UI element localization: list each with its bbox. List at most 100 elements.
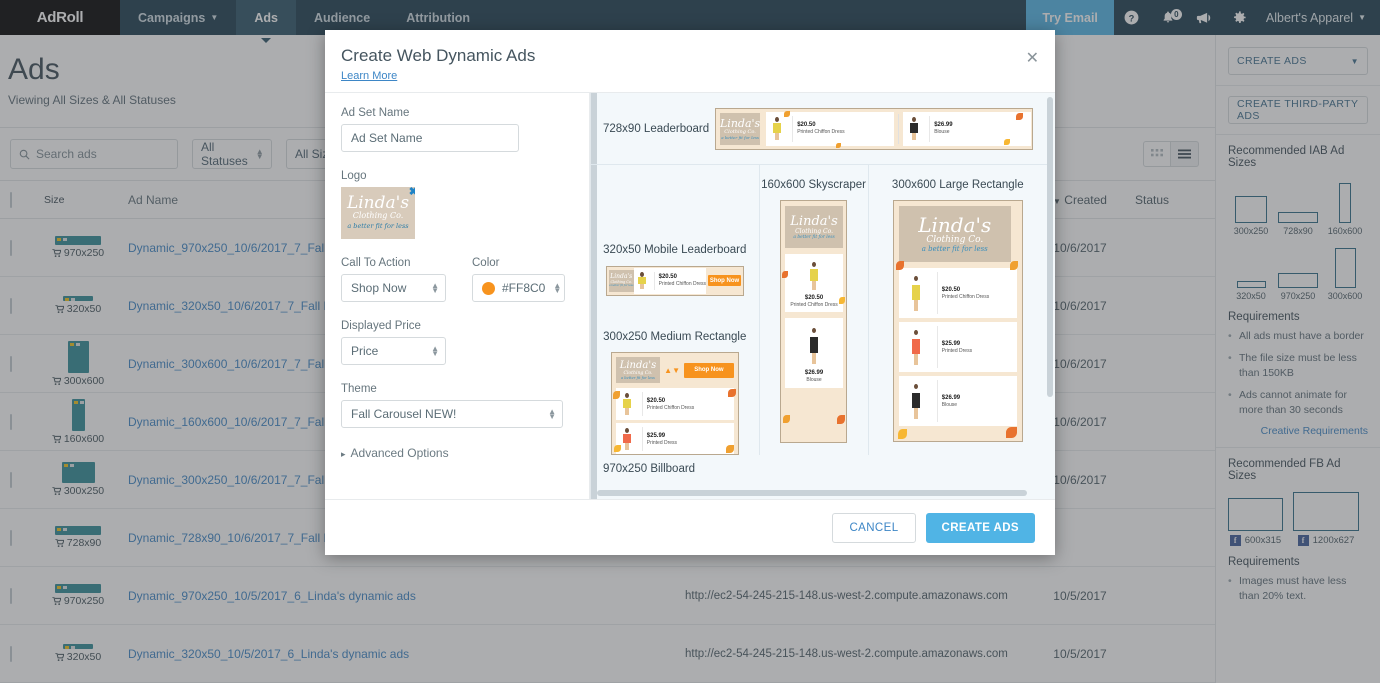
ad-cta-button[interactable]: Shop Now [708, 275, 741, 287]
close-icon[interactable]: ✕ [1026, 48, 1039, 68]
color-select[interactable]: #FF8C0 ▲ ▼ [472, 274, 565, 302]
decor-leaf [1009, 261, 1018, 270]
decor-leaf [836, 142, 841, 148]
decor-leaf [895, 261, 904, 270]
color-swatch [482, 281, 495, 295]
product-name: Blouse [934, 129, 950, 135]
ad-cta-button[interactable]: Shop Now [684, 362, 734, 378]
displayed-price-label: Displayed Price [341, 320, 421, 332]
cta-select[interactable]: Shop Now ▲ ▼ [341, 274, 446, 302]
product-name: Printed Dress [941, 347, 973, 354]
logo-brand-line3: a better fit for less [347, 222, 409, 230]
app-root: AdRoll Campaigns ▼ Ads Audience Attribut… [0, 0, 1380, 683]
preview-160x600-label: 160x600 Skyscraper [761, 179, 866, 191]
displayed-price-select[interactable]: Price ▲ ▼ [341, 337, 446, 365]
logo-brand-line2: Clothing Co. [352, 211, 404, 220]
ad-set-name-label: Ad Set Name [341, 107, 410, 119]
product-price: $20.50 [797, 122, 816, 128]
theme-select[interactable]: Fall Carousel NEW! ▲ ▼ [341, 400, 563, 428]
ad-creative-320x50[interactable]: Linda's Clothing Co. a better fit for less… [605, 265, 744, 296]
decor-leaf [1005, 427, 1017, 438]
ad-creative-300x250[interactable]: Linda's Clothing Co. a better fit for less… [610, 352, 739, 455]
ad-brand-line3: a better fit for less [608, 284, 634, 288]
product-row: $20.50 Printed Chiffon Dress [633, 267, 707, 294]
ad-brand-block: Linda's Clothing Co. a better fit for less [615, 357, 661, 383]
color-field: Color #FF8C0 ▲ ▼ [472, 257, 565, 302]
theme-value: Fall Carousel NEW! [351, 407, 457, 421]
learn-more-link[interactable]: Learn More [341, 70, 397, 82]
decor-leaf [727, 389, 736, 397]
advanced-options-toggle[interactable]: Advanced Options [341, 446, 573, 460]
ad-brand-line1: Linda's [918, 213, 992, 237]
logo-thumbnail[interactable]: Linda's Clothing Co. a better fit for le… [341, 187, 415, 239]
ad-creative-160x600[interactable]: Linda's Clothing Co. a better fit for less… [780, 200, 848, 443]
cta-value: Shop Now [351, 281, 407, 295]
decor-leaf [837, 415, 846, 424]
product-row: $25.99 Printed Dress [898, 322, 1017, 372]
preview-grid: 320x50 Mobile Leaderboard Linda's Clothin… [591, 165, 1047, 455]
ad-brand-line1: Linda's [720, 116, 761, 130]
ad-brand-block: Linda's Clothing Co. a better fit for less [898, 206, 1011, 262]
ad-creative-728x90[interactable]: Linda's Clothing Co. a better fit for less… [715, 107, 1033, 150]
product-price: $20.50 [646, 397, 666, 404]
ad-brand-line3: a better fit for less [921, 245, 988, 253]
ad-brand-line2: Clothing Co. [926, 235, 984, 245]
preview-970x250-label: 970x250 Billboard [603, 463, 696, 475]
create-ads-submit-button[interactable]: CREATE ADS [925, 512, 1035, 543]
preview-scroll-area: 728x90 Leaderboard Linda's Clothing Co. a … [591, 93, 1047, 487]
decor-leaf [1016, 112, 1023, 120]
preview-970x250-label-row: 970x250 Billboard [591, 455, 1047, 483]
cta-color-row: Call To Action Shop Now ▲▼ Color #FF8C0 [341, 257, 573, 302]
preview-horizontal-scrollbar[interactable] [597, 490, 1027, 496]
product-row: $20.50 Printed Chiffon Dress [898, 268, 1017, 318]
preview-300x600-label: 300x600 Large Rectangle [891, 179, 1024, 191]
remove-logo-icon[interactable]: ✖ [409, 187, 415, 198]
product-figure [801, 258, 827, 294]
stepper-icon: ▲▼ [431, 344, 439, 358]
product-figure [634, 270, 650, 292]
ad-brand-block: Linda's Clothing Co. a better fit for less [785, 206, 844, 248]
ad-brand-line2: Clothing Co. [795, 227, 834, 235]
product-figure [903, 114, 925, 144]
stepper-icon: ▲▼ [431, 281, 439, 295]
product-row: $20.50 Printed Chiffon Dress [766, 111, 895, 146]
ad-set-name-input[interactable]: Ad Set Name [341, 124, 519, 152]
product-tile: $26.99 Blouse [785, 318, 844, 388]
ad-creative-300x600[interactable]: Linda's Clothing Co. a better fit for less… [892, 200, 1023, 442]
product-name: Printed Dress [646, 439, 678, 446]
stepper-icon: ▲▼ [553, 281, 562, 295]
color-label: Color [472, 257, 500, 269]
decor-leaf [782, 271, 789, 278]
preview-vertical-scrollbar[interactable] [1047, 97, 1053, 397]
product-name: Blouse [941, 401, 958, 408]
cancel-button[interactable]: CANCEL [832, 512, 916, 543]
product-name: Printed Chiffon Dress [646, 404, 695, 411]
preview-col-left: 320x50 Mobile Leaderboard Linda's Clothin… [591, 165, 760, 455]
logo-label: Logo [341, 170, 367, 182]
decor-leaf [725, 445, 734, 453]
decor-leaf [1004, 138, 1010, 145]
product-name: Blouse [806, 376, 822, 383]
color-value: #FF8C0 [502, 281, 546, 295]
stepper-icon: ▲▼ [548, 407, 556, 421]
decor-leaf [612, 391, 620, 399]
product-figure [766, 114, 788, 144]
cta-field: Call To Action Shop Now ▲ ▼ [341, 257, 446, 302]
product-name: Printed Chiffon Dress [797, 129, 845, 135]
product-row: $25.99 Printed Dress [615, 423, 734, 454]
product-name: Printed Chiffon Dress [658, 281, 707, 288]
decor-leaf [784, 110, 790, 117]
product-figure [899, 378, 933, 424]
product-tile: $20.50 Printed Chiffon Dress [785, 254, 844, 312]
product-price: $25.99 [646, 432, 666, 439]
cta-label: Call To Action [341, 257, 411, 269]
product-price: $20.50 [941, 286, 961, 293]
logo-brand-line1: Linda's [346, 193, 410, 213]
ad-brand-line3: a better fit for less [793, 234, 835, 240]
product-row: $26.99 Blouse [903, 111, 1032, 146]
product-row: $26.99 Blouse [898, 376, 1017, 426]
product-price: $25.99 [941, 340, 961, 347]
product-price: $26.99 [804, 369, 824, 376]
modal-footer: CANCEL CREATE ADS [325, 499, 1055, 555]
preview-320x50-label: 320x50 Mobile Leaderboard [603, 243, 747, 256]
